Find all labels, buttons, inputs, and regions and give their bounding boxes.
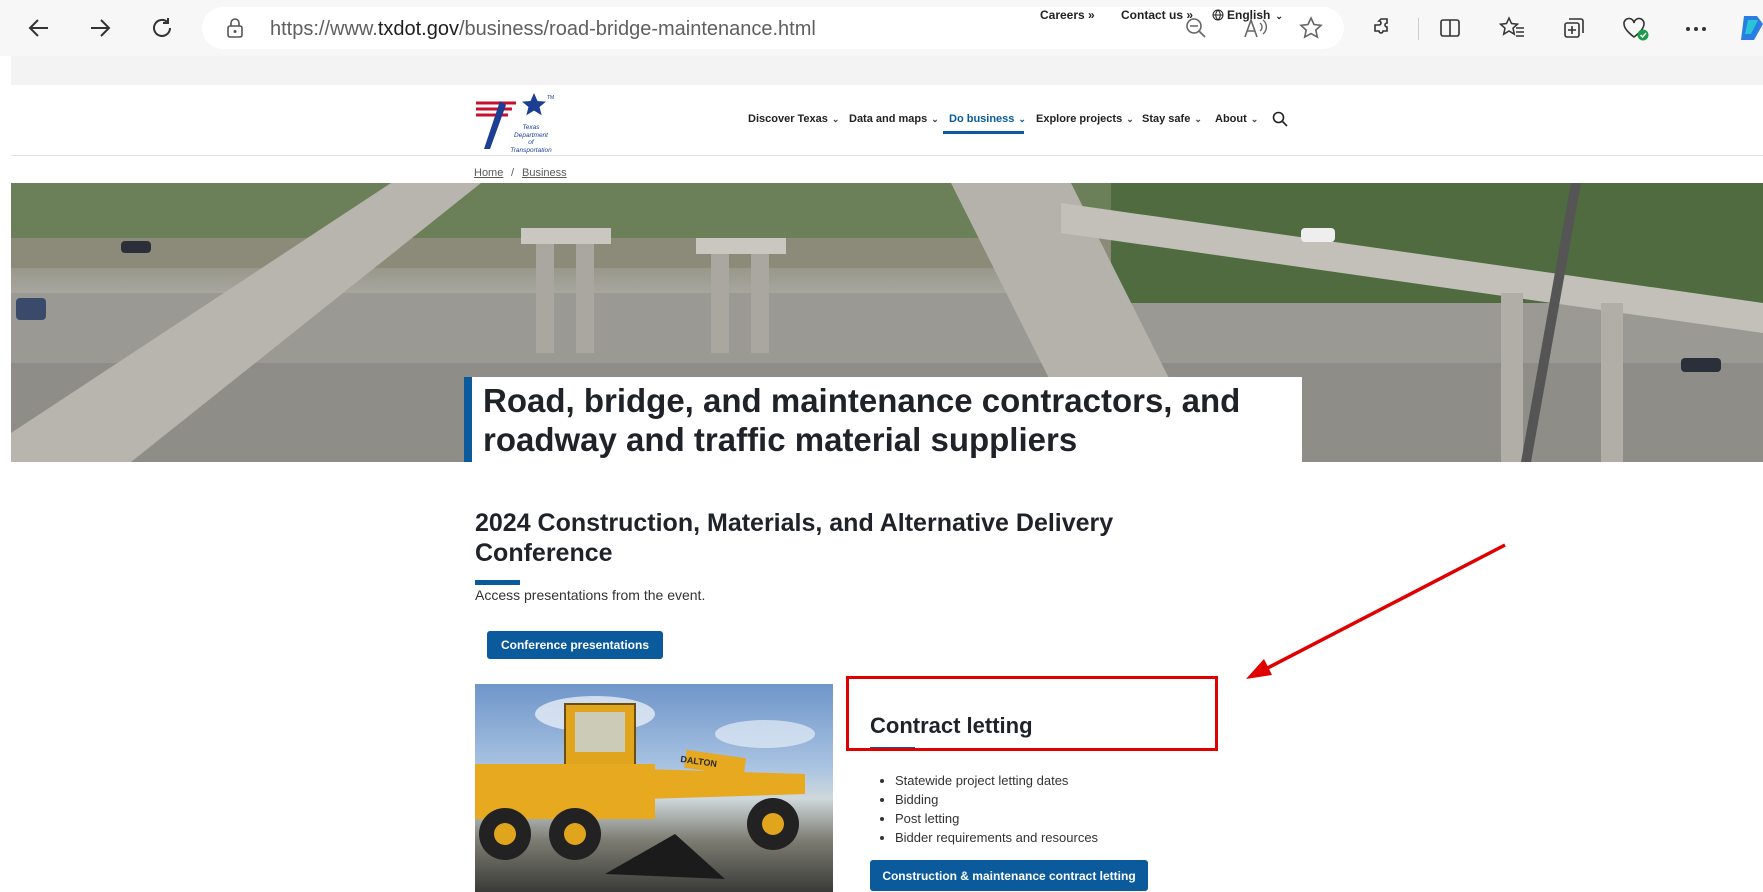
forward-arrow-icon [91, 19, 111, 37]
heading-accent-bar [475, 580, 520, 585]
browser-toolbar: https://www.txdot.gov/business/road-brid… [0, 0, 1763, 56]
list-item: Post letting [895, 809, 1098, 828]
favorites-icon[interactable] [1499, 16, 1525, 40]
nav-do-business[interactable]: Do business ⌄ [949, 113, 1026, 125]
conference-heading: 2024 Construction, Materials, and Altern… [475, 509, 1114, 567]
globe-icon [1212, 9, 1224, 21]
more-options-icon[interactable] [1685, 26, 1707, 32]
utility-bar [11, 56, 1763, 85]
nav-stay-safe[interactable]: Stay safe ⌄ [1142, 113, 1202, 125]
refresh-button[interactable] [144, 10, 180, 46]
toolbar-divider [1418, 18, 1419, 40]
collections-icon[interactable] [1562, 16, 1586, 40]
nav-label: About [1215, 113, 1247, 125]
language-selector[interactable]: English ⌄ [1212, 8, 1283, 22]
forward-button[interactable] [82, 10, 118, 46]
txdot-logo[interactable]: TM Texas Department of Transportation [474, 91, 556, 154]
url-text: https://www.txdot.gov/business/road-brid… [270, 18, 816, 40]
page-title: Road, bridge, and maintenance contractor… [483, 382, 1241, 458]
list-item: Bidder requirements and resources [895, 828, 1098, 847]
chevron-down-icon: ⌄ [1250, 114, 1259, 124]
nav-label: Discover Texas [748, 113, 828, 125]
contact-us-link[interactable]: Contact us » [1121, 8, 1193, 22]
chevron-down-icon: ⌄ [931, 114, 939, 124]
copilot-icon[interactable] [1738, 14, 1763, 42]
nav-label: Stay safe [1142, 113, 1191, 125]
breadcrumb-separator: / [511, 167, 515, 179]
nav-label: Explore projects [1036, 113, 1123, 125]
svg-text:TM: TM [547, 95, 554, 101]
favorite-star-icon[interactable] [1299, 16, 1323, 40]
back-button[interactable] [21, 10, 57, 46]
list-item: Statewide project letting dates [895, 771, 1098, 790]
chevron-down-icon: ⌄ [1275, 11, 1283, 21]
refresh-icon [153, 18, 171, 37]
logo-text-line: of Transportation [510, 139, 552, 154]
nav-data-and-maps[interactable]: Data and maps ⌄ [849, 113, 939, 125]
nav-explore-projects[interactable]: Explore projects ⌄ [1036, 113, 1134, 125]
annotation-highlight-box [846, 676, 1218, 751]
site-search-icon[interactable] [1272, 111, 1288, 127]
contract-letting-button[interactable]: Construction & maintenance contract lett… [870, 860, 1148, 891]
browser-essentials-icon[interactable] [1622, 16, 1650, 42]
contract-letting-list: Statewide project letting dates Bidding … [873, 771, 1098, 847]
nav-about[interactable]: About ⌄ [1215, 113, 1258, 125]
list-item: Bidding [895, 790, 1098, 809]
logo-text-line: Department [514, 131, 548, 139]
motor-grader-illustration: DALTON [475, 696, 815, 879]
breadcrumb-business[interactable]: Business [522, 167, 567, 179]
careers-link[interactable]: Careers » [1040, 8, 1095, 22]
chevron-down-icon: ⌄ [1018, 114, 1026, 124]
chevron-down-icon: ⌄ [1194, 114, 1202, 124]
annotation-arrow [1246, 543, 1506, 679]
lock-icon [227, 18, 243, 38]
conference-description: Access presentations from the event. [475, 587, 706, 603]
nav-label: Data and maps [849, 113, 928, 125]
logo-text: Texas Department of Transportation [508, 124, 554, 154]
nav-discover-texas[interactable]: Discover Texas ⌄ [748, 113, 839, 125]
nav-active-indicator [943, 131, 1024, 134]
split-screen-icon[interactable] [1438, 16, 1462, 40]
back-arrow-icon [28, 19, 48, 37]
conference-presentations-button[interactable]: Conference presentations [487, 631, 663, 659]
chevron-down-icon: ⌄ [1126, 114, 1134, 124]
nav-label: Do business [949, 113, 1015, 125]
extensions-icon[interactable] [1372, 16, 1396, 40]
breadcrumb-home[interactable]: Home [474, 167, 503, 179]
chevron-down-icon: ⌄ [831, 114, 840, 124]
language-label: English [1227, 8, 1271, 22]
logo-text-line: Texas [522, 124, 540, 131]
motor-grader-image: DALTON [475, 684, 833, 892]
